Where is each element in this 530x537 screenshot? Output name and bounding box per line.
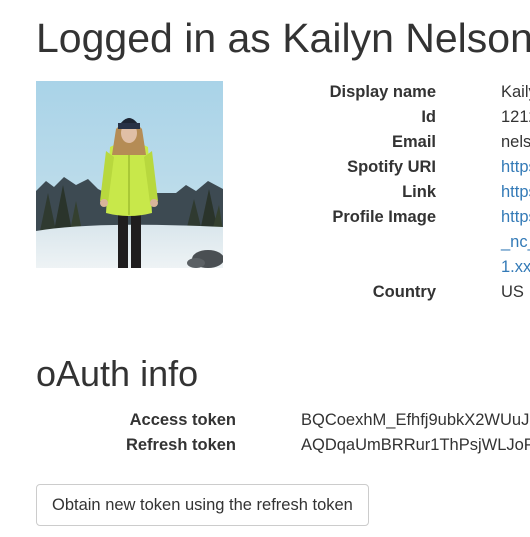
refresh-token-label: Refresh token [125, 436, 236, 454]
email-label: Email [391, 133, 436, 151]
obtain-new-token-button[interactable]: Obtain new token using the refresh token [36, 484, 369, 526]
display-name-label: Display name [329, 83, 436, 101]
profile-image-label: Profile Image [332, 208, 436, 226]
profile-row-display-name: Display name Kailyn Nelson [0, 80, 530, 105]
profile-image-link-line3[interactable]: 1.xx&tp= [501, 255, 530, 280]
page: Logged in as Kailyn Nelson Display name … [0, 0, 530, 537]
refresh-token-value: AQDqaUmBRRur1ThPsjWLJoPJR [301, 436, 530, 454]
profile-row-id: Id 1212746 [0, 105, 530, 130]
spotify-uri-link[interactable]: https://op [501, 158, 530, 176]
spotify-uri-label: Spotify URI [347, 158, 436, 176]
oauth-row-refresh-token: Refresh token AQDqaUmBRRur1ThPsjWLJoPJR [0, 433, 530, 458]
country-label: Country [372, 283, 436, 301]
profile-image-value: https://sc _nc_cat= 1.xx&tp= [501, 205, 530, 280]
profile-row-spotify-uri: Spotify URI https://op [0, 155, 530, 180]
link-label: Link [402, 183, 436, 201]
spotify-uri-value: https://op [501, 155, 530, 180]
profile-image-link-line2[interactable]: _nc_cat= [501, 230, 530, 255]
profile-row-country: Country US [0, 280, 530, 305]
access-token-label: Access token [129, 411, 236, 429]
profile-image-link-line1[interactable]: https://sc [501, 205, 530, 230]
oauth-details: Access token BQCoexhM_Efhfj9ubkX2WUuJ-02… [0, 408, 530, 458]
country-value: US [501, 283, 524, 301]
oauth-row-access-token: Access token BQCoexhM_Efhfj9ubkX2WUuJ-02… [0, 408, 530, 433]
display-name-value: Kailyn Nelson [501, 83, 530, 101]
id-value: 1212746 [501, 108, 530, 126]
id-label: Id [421, 108, 436, 126]
access-token-value: BQCoexhM_Efhfj9ubkX2WUuJ-02I [301, 411, 530, 429]
page-title: Logged in as Kailyn Nelson [36, 15, 530, 61]
profile-details: Display name Kailyn Nelson Id 1212746 Em… [0, 80, 530, 305]
oauth-heading: oAuth info [36, 353, 199, 394]
profile-row-email: Email nelsonka [0, 130, 530, 155]
profile-link[interactable]: https://ap [501, 183, 530, 201]
email-value: nelsonka [501, 133, 530, 151]
profile-row-link: Link https://ap [0, 180, 530, 205]
link-value: https://ap [501, 180, 530, 205]
profile-row-profile-image: Profile Image https://sc _nc_cat= 1.xx&t… [0, 205, 530, 280]
